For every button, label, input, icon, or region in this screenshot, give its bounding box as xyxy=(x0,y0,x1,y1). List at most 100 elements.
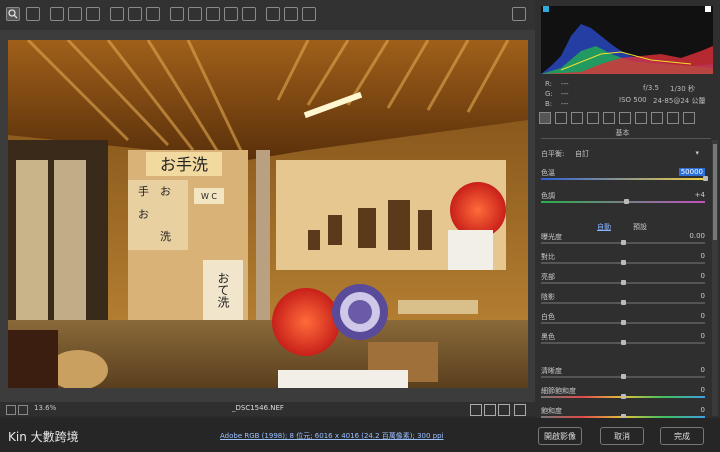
white-balance-select[interactable]: 自訂 xyxy=(575,149,589,159)
divider xyxy=(541,138,711,139)
shadow-clipping-warning[interactable] xyxy=(543,6,549,12)
panel-scrollbar[interactable] xyxy=(712,140,718,416)
tab-lens-icon[interactable] xyxy=(619,112,631,124)
slider-value[interactable]: 0 xyxy=(701,386,705,394)
targeted-adjustment-tool-icon[interactable] xyxy=(86,7,100,21)
slider-label: 色調 xyxy=(541,192,555,200)
tab-split-toning-icon[interactable] xyxy=(603,112,615,124)
aperture: f/3.5 xyxy=(643,84,659,92)
swap-settings-icon[interactable] xyxy=(484,404,496,416)
slider-row: 黑色 0 xyxy=(541,332,705,352)
slider-value[interactable]: 0 xyxy=(701,272,705,280)
status-bar: 13.6% _DSC1546.NEF xyxy=(0,402,535,416)
slider-value[interactable]: 0 xyxy=(701,332,705,340)
tab-hsl-icon[interactable] xyxy=(587,112,599,124)
photo-sign-top: お手洗 xyxy=(160,155,208,174)
slider-thumb[interactable] xyxy=(620,374,626,379)
white-balance-row: 白平衡: 自訂 ▾ xyxy=(541,149,705,161)
slider-thumb[interactable] xyxy=(620,320,626,325)
tab-basic-icon[interactable] xyxy=(539,112,551,124)
chevron-down-icon[interactable]: ▾ xyxy=(695,149,699,157)
spot-removal-tool-icon[interactable] xyxy=(170,7,184,21)
image-canvas[interactable]: お手洗 手 お お 洗 W C おて洗 xyxy=(0,30,535,402)
slider-label: 陰影 xyxy=(541,293,555,301)
slider-thumb[interactable] xyxy=(623,199,629,204)
zoom-level[interactable]: 13.6% xyxy=(34,404,56,412)
red-eye-tool-icon[interactable] xyxy=(188,7,202,21)
radial-filter-icon[interactable] xyxy=(242,7,256,21)
auto-link[interactable]: 自動 xyxy=(597,222,611,232)
before-after-icon[interactable] xyxy=(470,404,482,416)
g-value: --- xyxy=(561,90,569,98)
lens-info: 24-85@24 公釐 xyxy=(653,97,706,105)
slider-value[interactable]: 0.00 xyxy=(689,232,705,240)
color-sampler-tool-icon[interactable] xyxy=(68,7,82,21)
tab-detail-icon[interactable] xyxy=(571,112,583,124)
slider-track[interactable] xyxy=(541,178,705,180)
slider-value[interactable]: 0 xyxy=(701,406,705,414)
slider-label: 飽和度 xyxy=(541,407,562,415)
slider-row: 白色 0 xyxy=(541,312,705,332)
r-value: --- xyxy=(561,80,569,88)
adjustment-brush-icon[interactable] xyxy=(206,7,220,21)
slider-value[interactable]: 50000 xyxy=(678,168,705,176)
shutter-speed: 1/30 秒 xyxy=(670,85,695,93)
crop-tool-icon[interactable] xyxy=(110,7,124,21)
slider-thumb[interactable] xyxy=(620,240,626,245)
slider-value[interactable]: +4 xyxy=(695,191,705,199)
copy-settings-icon[interactable] xyxy=(498,404,510,416)
watermark: Kin 大數跨境 xyxy=(8,430,79,444)
slider-row: 亮部 0 xyxy=(541,272,705,292)
photo-wc-sign: W C xyxy=(201,192,217,201)
slider-value[interactable]: 0 xyxy=(701,292,705,300)
zoom-in-icon[interactable] xyxy=(18,405,28,415)
open-image-button[interactable]: 開啟影像 xyxy=(538,427,582,445)
workflow-options-link[interactable]: Adobe RGB (1998); 8 位元; 6016 x 4016 (24.… xyxy=(220,431,444,441)
white-balance-tool-icon[interactable] xyxy=(50,7,64,21)
tab-fx-icon[interactable] xyxy=(635,112,647,124)
slider-row: 陰影 0 xyxy=(541,292,705,312)
straighten-tool-icon[interactable] xyxy=(128,7,142,21)
scrollbar-thumb[interactable] xyxy=(713,144,717,240)
slider-label: 清晰度 xyxy=(541,367,562,375)
slider-label: 色溫 xyxy=(541,169,555,177)
rotate-right-icon[interactable] xyxy=(302,7,316,21)
rotate-left-icon[interactable] xyxy=(284,7,298,21)
slider-thumb[interactable] xyxy=(620,340,626,345)
hand-tool-icon[interactable] xyxy=(26,7,40,21)
photo-grid-char-3: お xyxy=(160,185,171,198)
full-screen-icon[interactable] xyxy=(512,7,526,21)
section-title-basic: 基本 xyxy=(615,129,630,137)
adjustment-panel: R: --- G: --- B: --- f/3.5 1/30 秒 ISO 50… xyxy=(535,0,720,419)
transform-tool-icon[interactable] xyxy=(146,7,160,21)
graduated-filter-icon[interactable] xyxy=(224,7,238,21)
photo-grid-char-2: お xyxy=(138,208,149,221)
iso: ISO 500 xyxy=(619,96,647,104)
slider-thumb[interactable] xyxy=(620,394,626,399)
tab-presets-icon[interactable] xyxy=(667,112,679,124)
slider-thumb[interactable] xyxy=(620,280,626,285)
photo-preview[interactable]: お手洗 手 お お 洗 W C おて洗 xyxy=(8,40,528,388)
slider-row: 色溫 50000 xyxy=(541,168,708,188)
slider-value[interactable]: 0 xyxy=(701,366,705,374)
slider-thumb[interactable] xyxy=(620,260,626,265)
tab-camera-calibration-icon[interactable] xyxy=(651,112,663,124)
slider-row: 清晰度 0 xyxy=(541,366,705,386)
slider-label: 曝光度 xyxy=(541,233,562,241)
zoom-out-icon[interactable] xyxy=(6,405,16,415)
slider-value[interactable]: 0 xyxy=(701,252,705,260)
g-label: G: xyxy=(545,90,553,98)
slider-thumb[interactable] xyxy=(702,176,708,181)
slider-thumb[interactable] xyxy=(620,300,626,305)
tab-snapshots-icon[interactable] xyxy=(683,112,695,124)
default-link[interactable]: 預設 xyxy=(633,222,647,232)
toggle-settings-icon[interactable] xyxy=(514,404,526,416)
photo-sign-bottom: おて洗 xyxy=(216,272,230,308)
zoom-tool-icon[interactable] xyxy=(6,7,20,21)
preferences-icon[interactable] xyxy=(266,7,280,21)
done-button[interactable]: 完成 xyxy=(660,427,704,445)
slider-value[interactable]: 0 xyxy=(701,312,705,320)
cancel-button[interactable]: 取消 xyxy=(600,427,644,445)
tab-tone-curve-icon[interactable] xyxy=(555,112,567,124)
highlight-clipping-warning[interactable] xyxy=(705,6,711,12)
